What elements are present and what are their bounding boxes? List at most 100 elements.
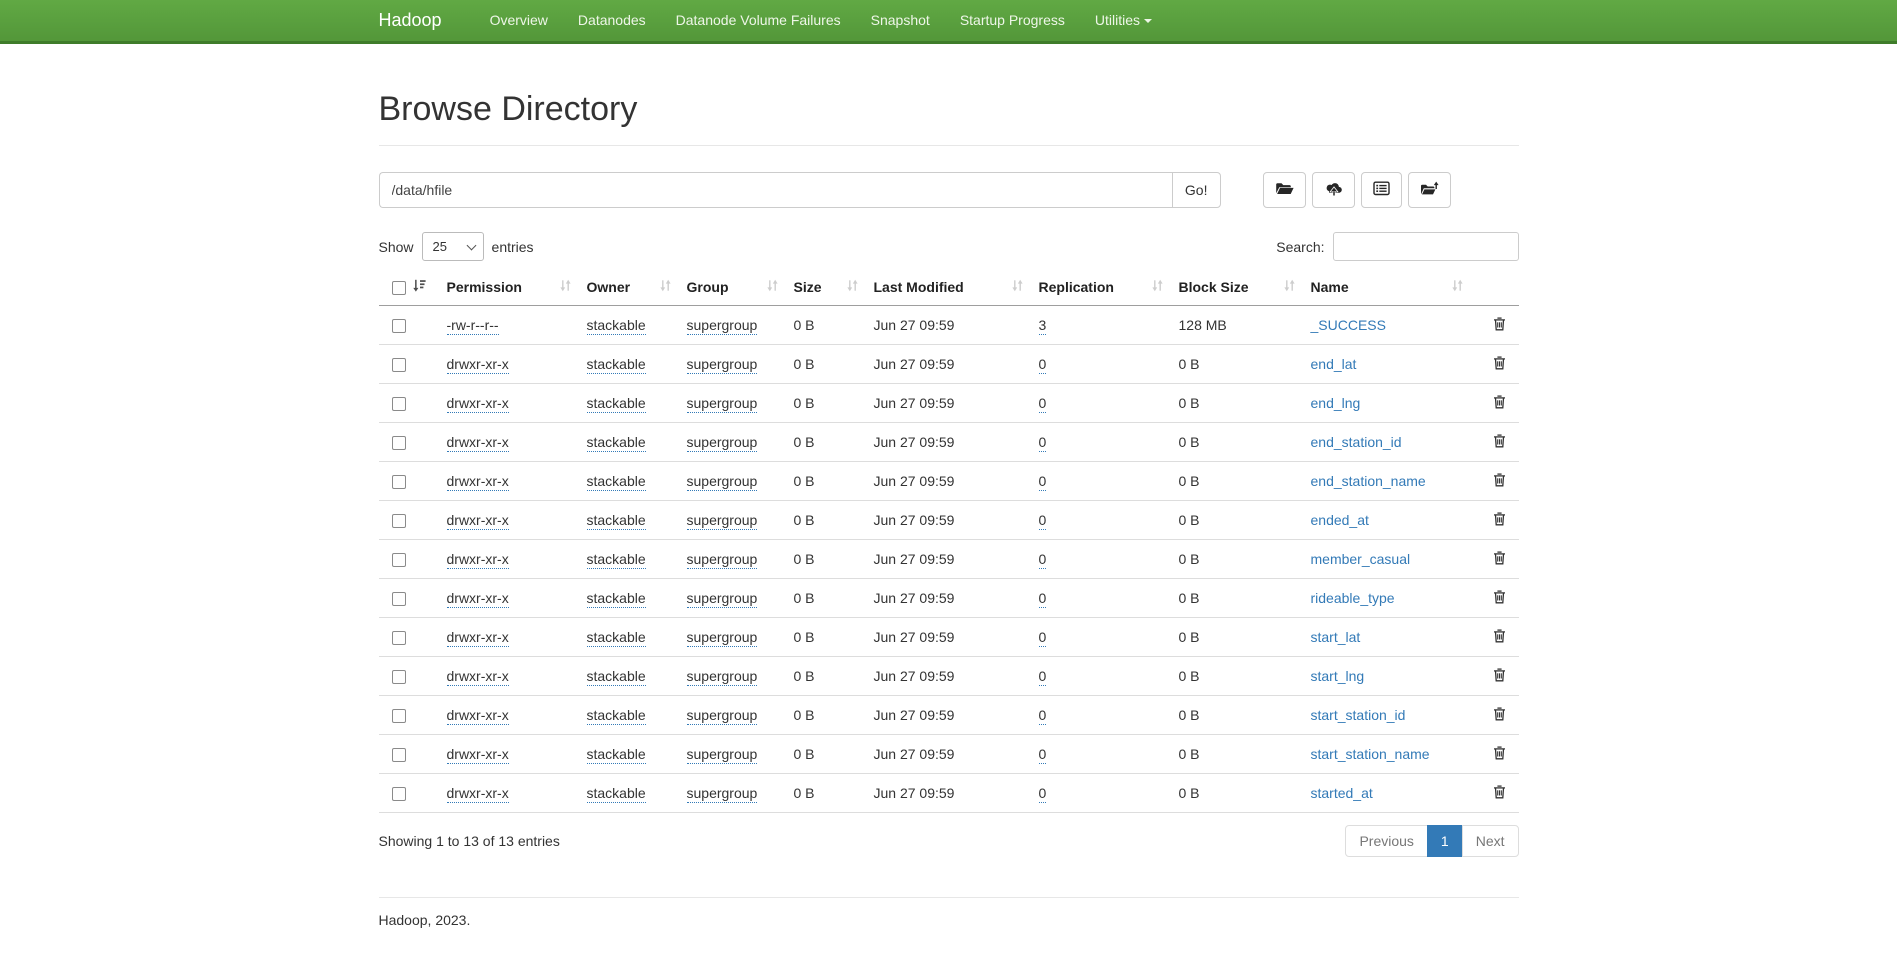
column-header-last-modified[interactable]: Last Modified	[866, 269, 1031, 306]
delete-button[interactable]	[1493, 628, 1506, 646]
replication-value[interactable]: 0	[1039, 512, 1047, 530]
owner-value[interactable]: stackable	[587, 551, 646, 569]
delete-button[interactable]	[1493, 745, 1506, 763]
delete-button[interactable]	[1493, 316, 1506, 334]
group-value[interactable]: supergroup	[687, 317, 758, 335]
search-input[interactable]	[1333, 232, 1519, 261]
go-button[interactable]: Go!	[1172, 172, 1221, 208]
permission-value[interactable]: drwxr-xr-x	[447, 668, 509, 686]
owner-value[interactable]: stackable	[587, 473, 646, 491]
owner-value[interactable]: stackable	[587, 707, 646, 725]
group-value[interactable]: supergroup	[687, 473, 758, 491]
owner-value[interactable]: stackable	[587, 590, 646, 608]
file-name-link[interactable]: _SUCCESS	[1311, 317, 1386, 333]
permission-value[interactable]: drwxr-xr-x	[447, 356, 509, 374]
select-all-checkbox[interactable]	[392, 281, 406, 295]
file-name-link[interactable]: end_station_name	[1311, 473, 1426, 489]
replication-value[interactable]: 0	[1039, 668, 1047, 686]
permission-value[interactable]: drwxr-xr-x	[447, 629, 509, 647]
row-checkbox[interactable]	[392, 319, 406, 333]
column-header-name[interactable]: Name	[1303, 269, 1471, 306]
file-name-link[interactable]: end_lng	[1311, 395, 1361, 411]
column-header-block-size[interactable]: Block Size	[1171, 269, 1303, 306]
navbar-brand[interactable]: Hadoop	[379, 0, 457, 41]
owner-value[interactable]: stackable	[587, 395, 646, 413]
column-header-permission[interactable]: Permission	[439, 269, 579, 306]
delete-button[interactable]	[1493, 433, 1506, 451]
row-checkbox[interactable]	[392, 358, 406, 372]
group-value[interactable]: supergroup	[687, 668, 758, 686]
owner-value[interactable]: stackable	[587, 668, 646, 686]
delete-button[interactable]	[1493, 667, 1506, 685]
file-name-link[interactable]: started_at	[1311, 785, 1373, 801]
owner-value[interactable]: stackable	[587, 434, 646, 452]
permission-value[interactable]: drwxr-xr-x	[447, 434, 509, 452]
permission-value[interactable]: -rw-r--r--	[447, 317, 499, 335]
owner-value[interactable]: stackable	[587, 785, 646, 803]
group-value[interactable]: supergroup	[687, 434, 758, 452]
directory-path-input[interactable]	[379, 172, 1172, 208]
column-header-replication[interactable]: Replication	[1031, 269, 1171, 306]
permission-value[interactable]: drwxr-xr-x	[447, 590, 509, 608]
row-checkbox[interactable]	[392, 787, 406, 801]
delete-button[interactable]	[1493, 394, 1506, 412]
file-name-link[interactable]: start_station_id	[1311, 707, 1406, 723]
permission-value[interactable]: drwxr-xr-x	[447, 473, 509, 491]
file-name-link[interactable]: start_station_name	[1311, 746, 1430, 762]
delete-button[interactable]	[1493, 511, 1506, 529]
file-name-link[interactable]: member_casual	[1311, 551, 1411, 567]
row-checkbox[interactable]	[392, 670, 406, 684]
delete-button[interactable]	[1493, 784, 1506, 802]
group-value[interactable]: supergroup	[687, 629, 758, 647]
permission-value[interactable]: drwxr-xr-x	[447, 551, 509, 569]
group-value[interactable]: supergroup	[687, 551, 758, 569]
delete-button[interactable]	[1493, 472, 1506, 490]
replication-value[interactable]: 0	[1039, 473, 1047, 491]
permission-value[interactable]: drwxr-xr-x	[447, 395, 509, 413]
permission-value[interactable]: drwxr-xr-x	[447, 746, 509, 764]
file-name-link[interactable]: rideable_type	[1311, 590, 1395, 606]
replication-value[interactable]: 3	[1039, 317, 1047, 335]
select-all-header[interactable]	[379, 269, 439, 306]
row-checkbox[interactable]	[392, 631, 406, 645]
row-checkbox[interactable]	[392, 709, 406, 723]
group-value[interactable]: supergroup	[687, 590, 758, 608]
owner-value[interactable]: stackable	[587, 746, 646, 764]
column-header-group[interactable]: Group	[679, 269, 786, 306]
row-checkbox[interactable]	[392, 592, 406, 606]
replication-value[interactable]: 0	[1039, 356, 1047, 374]
create-directory-button[interactable]	[1263, 172, 1306, 208]
group-value[interactable]: supergroup	[687, 356, 758, 374]
owner-value[interactable]: stackable	[587, 356, 646, 374]
replication-value[interactable]: 0	[1039, 629, 1047, 647]
row-checkbox[interactable]	[392, 514, 406, 528]
owner-value[interactable]: stackable	[587, 317, 646, 335]
permission-value[interactable]: drwxr-xr-x	[447, 707, 509, 725]
owner-value[interactable]: stackable	[587, 512, 646, 530]
group-value[interactable]: supergroup	[687, 707, 758, 725]
row-checkbox[interactable]	[392, 397, 406, 411]
group-value[interactable]: supergroup	[687, 746, 758, 764]
page-length-select[interactable]: 25	[422, 232, 484, 261]
replication-value[interactable]: 0	[1039, 785, 1047, 803]
replication-value[interactable]: 0	[1039, 590, 1047, 608]
row-checkbox[interactable]	[392, 553, 406, 567]
upload-files-button[interactable]	[1312, 172, 1355, 208]
column-header-size[interactable]: Size	[786, 269, 866, 306]
row-checkbox[interactable]	[392, 436, 406, 450]
group-value[interactable]: supergroup	[687, 395, 758, 413]
delete-button[interactable]	[1493, 589, 1506, 607]
column-header-owner[interactable]: Owner	[579, 269, 679, 306]
file-list-button[interactable]	[1361, 172, 1402, 208]
file-name-link[interactable]: start_lat	[1311, 629, 1361, 645]
permission-value[interactable]: drwxr-xr-x	[447, 785, 509, 803]
group-value[interactable]: supergroup	[687, 785, 758, 803]
permission-value[interactable]: drwxr-xr-x	[447, 512, 509, 530]
replication-value[interactable]: 0	[1039, 746, 1047, 764]
file-name-link[interactable]: ended_at	[1311, 512, 1369, 528]
file-name-link[interactable]: start_lng	[1311, 668, 1365, 684]
delete-button[interactable]	[1493, 550, 1506, 568]
owner-value[interactable]: stackable	[587, 629, 646, 647]
group-value[interactable]: supergroup	[687, 512, 758, 530]
file-name-link[interactable]: end_station_id	[1311, 434, 1402, 450]
